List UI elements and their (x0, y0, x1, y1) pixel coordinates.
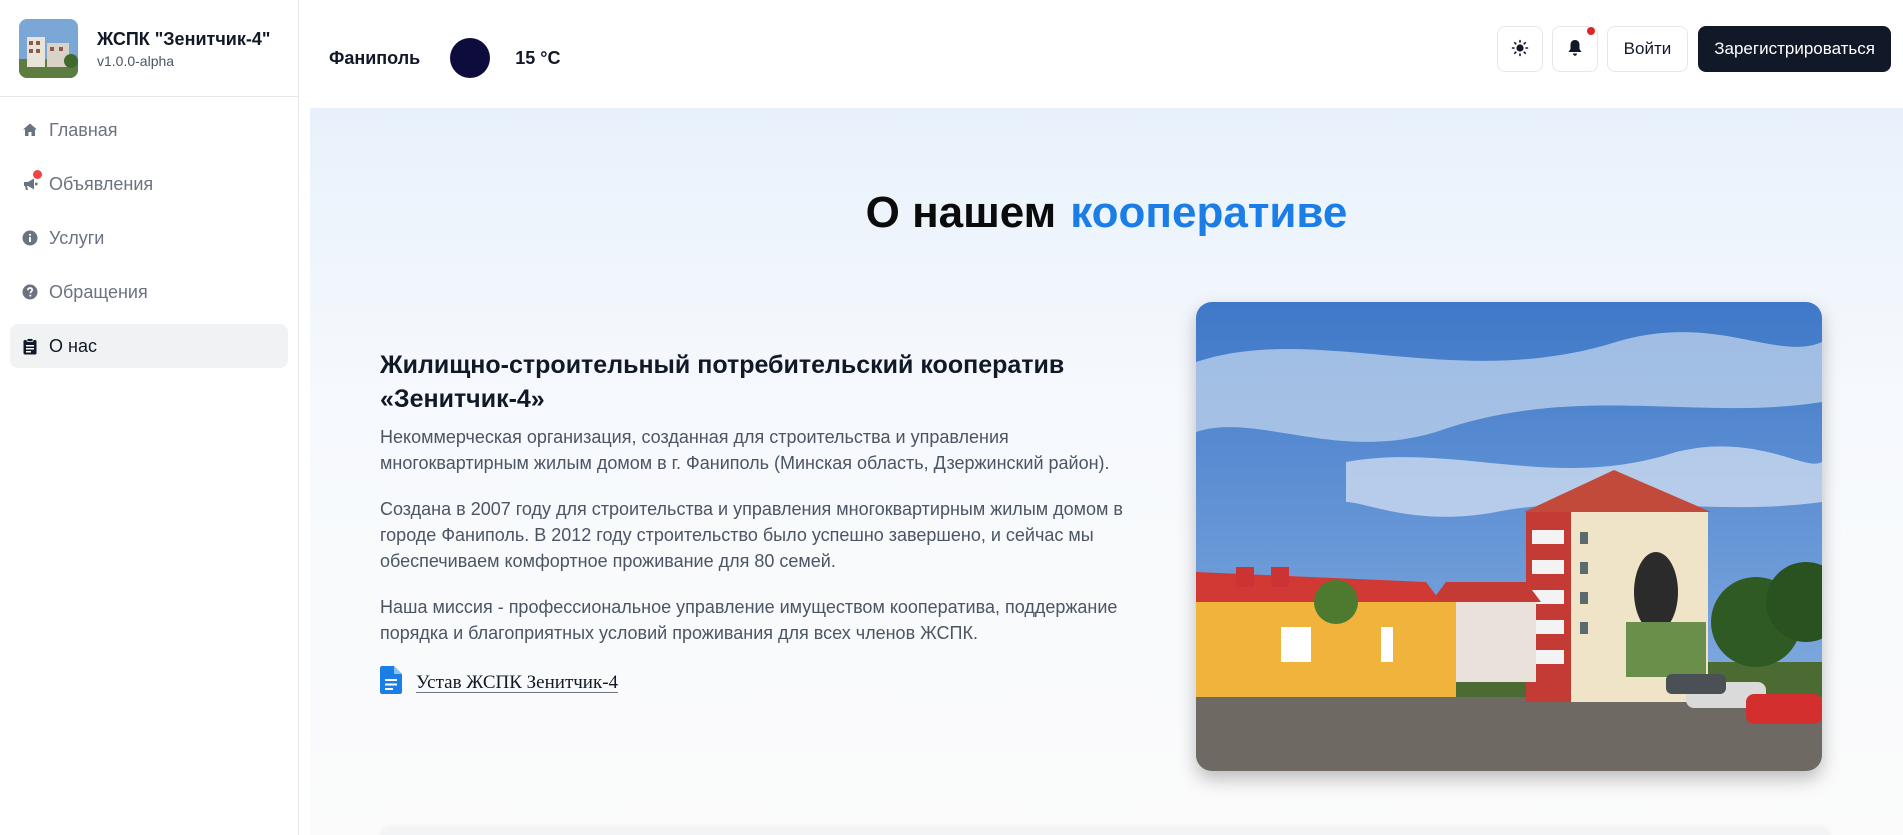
brand-version: v1.0.0-alpha (97, 52, 175, 69)
brand-title: ЖСПК "Зенитчик-4" (97, 28, 271, 49)
sidebar-item-label: Главная (49, 119, 118, 140)
organization-title: Жилищно-строительный потребительский коо… (380, 351, 1065, 413)
sidebar-item-requests[interactable]: Обращения (10, 270, 288, 314)
page-title: О нашем кооперативе (310, 188, 1903, 238)
register-button[interactable]: Зарегистрироваться (1698, 26, 1891, 72)
sidebar-item-home[interactable]: Главная (10, 108, 288, 152)
sidebar-item-services[interactable]: Услуги (10, 216, 288, 260)
megaphone-icon (20, 170, 42, 194)
page-title-accent: кооперативе (1070, 188, 1348, 237)
about-text-section: Жилищно-строительный потребительский коо… (380, 348, 1150, 699)
next-section-card (380, 828, 1830, 835)
about-paragraph: Создана в 2007 году для строительства и … (380, 499, 1123, 571)
temperature: 15 °C (515, 47, 561, 68)
building-photo (1196, 302, 1822, 771)
page-title-main: О нашем (865, 188, 1057, 237)
theme-toggle-button[interactable] (1496, 26, 1543, 72)
info-icon (20, 228, 40, 248)
sidebar-nav: Главная Объявления Услуги Обращения О на… (0, 97, 298, 389)
notification-dot (33, 170, 42, 179)
bell-icon (1567, 39, 1583, 60)
sun-icon (1511, 39, 1529, 60)
home-icon (20, 120, 40, 140)
charter-document-link[interactable]: Устав ЖСПК Зенитчик-4 (380, 666, 1150, 699)
login-button[interactable]: Войти (1606, 26, 1689, 72)
about-paragraph: Наша миссия - профессиональное управлени… (380, 597, 1118, 643)
sidebar-item-label: Объявления (49, 173, 154, 194)
sidebar-item-announcements[interactable]: Объявления (10, 162, 288, 206)
sidebar-item-label: Обращения (49, 281, 148, 302)
weather-icon (450, 38, 491, 78)
sidebar: ЖСПК "Зенитчик-4" v1.0.0-alpha Главная О… (0, 0, 299, 835)
sidebar-item-label: Услуги (49, 227, 105, 248)
document-icon (380, 666, 402, 699)
main-content: О нашем кооперативе Жилищно-строительный … (310, 108, 1903, 835)
sidebar-item-label: О нас (49, 335, 97, 356)
top-header: Фаниполь 15 °C Войти Зарегистрироваться (310, 8, 1903, 108)
question-icon (20, 282, 40, 302)
about-paragraph: Некоммерческая организация, созданная дл… (380, 427, 1110, 473)
notification-dot (1585, 26, 1596, 36)
brand[interactable]: ЖСПК "Зенитчик-4" v1.0.0-alpha (0, 0, 298, 97)
brand-logo (19, 18, 78, 78)
city-name: Фаниполь (329, 47, 421, 68)
clipboard-icon (20, 336, 40, 356)
sidebar-item-about[interactable]: О нас (10, 324, 288, 368)
notifications-button[interactable] (1551, 26, 1598, 72)
charter-document-label: Устав ЖСПК Зенитчик-4 (416, 671, 619, 693)
